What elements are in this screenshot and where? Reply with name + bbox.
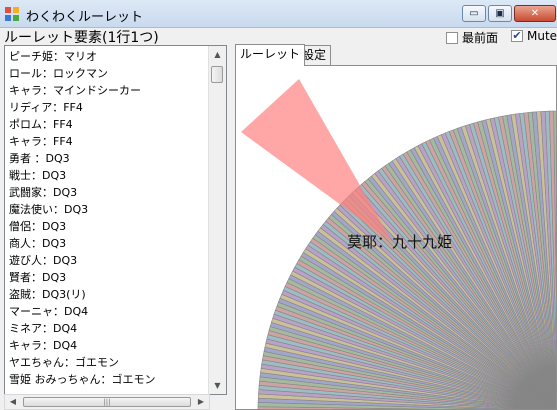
list-item[interactable]: キャラ：DQ4: [7, 337, 212, 354]
roulette-items-list[interactable]: ピーチ姫：マリオ ロール：ロックマン キャラ：マインドシーカー リディア：FF4 ポロム…: [4, 45, 227, 395]
list-item[interactable]: ヤエちゃん：ゴエモン: [7, 354, 212, 371]
scroll-right-arrow-icon[interactable]: ▶: [193, 395, 209, 409]
list-item[interactable]: 戦士：DQ3: [7, 167, 212, 184]
mute-checkbox[interactable]: ✔ Mute: [511, 29, 557, 43]
tab-roulette[interactable]: ルーレット: [235, 44, 306, 66]
topmost-checkbox[interactable]: 最前面: [446, 29, 498, 46]
list-item[interactable]: キャラ：FF4: [7, 133, 212, 150]
topmost-label: 最前面: [462, 31, 499, 45]
list-item[interactable]: 勇者 ：DQ3: [7, 150, 212, 167]
list-item[interactable]: 武闘家：DQ3: [7, 184, 212, 201]
list-item[interactable]: 僧侶：DQ3: [7, 218, 212, 235]
list-item[interactable]: 商人：DQ3: [7, 235, 212, 252]
roulette-canvas[interactable]: 莫耶：九十九姫: [241, 71, 556, 409]
list-horizontal-scrollbar[interactable]: ◀ ||| ▶: [4, 394, 210, 410]
title-bar: わくわくルーレット ▭ ▣ ✕: [0, 0, 557, 28]
scroll-thumb[interactable]: [211, 66, 223, 83]
app-icon: [5, 7, 19, 21]
list-item[interactable]: ポロム：FF4: [7, 116, 212, 133]
scroll-down-arrow-icon[interactable]: ▼: [209, 377, 226, 394]
scroll-up-arrow-icon[interactable]: ▲: [209, 46, 226, 63]
roulette-pointer: [241, 79, 393, 243]
list-items: ピーチ姫：マリオ ロール：ロックマン キャラ：マインドシーカー リディア：FF4 ポロム…: [7, 48, 212, 388]
list-item[interactable]: 賢者：DQ3: [7, 269, 212, 286]
close-button[interactable]: ✕: [514, 5, 556, 22]
list-item[interactable]: 魔法使い：DQ3: [7, 201, 212, 218]
list-item[interactable]: 盗賊：DQ3(リ): [7, 286, 212, 303]
mute-check-icon[interactable]: ✔: [511, 30, 523, 42]
roulette-result-text: 莫耶：九十九姫: [347, 233, 453, 251]
minimize-button[interactable]: ▭: [462, 5, 486, 22]
list-item[interactable]: ピーチ姫：マリオ: [7, 48, 212, 65]
maximize-button[interactable]: ▣: [488, 5, 512, 22]
window-title: わくわくルーレット: [26, 10, 144, 25]
list-vertical-scrollbar[interactable]: ▲ ▼: [208, 46, 226, 394]
list-item[interactable]: ロール：ロックマン: [7, 65, 212, 82]
list-item[interactable]: リディア：FF4: [7, 99, 212, 116]
scroll-left-arrow-icon[interactable]: ◀: [5, 395, 21, 409]
roulette-panel: 莫耶：九十九姫: [235, 65, 557, 410]
list-item[interactable]: 雪姫 おみっちゃん：ゴエモン: [7, 371, 212, 388]
list-item[interactable]: キャラ：マインドシーカー: [7, 82, 212, 99]
list-header-label: ルーレット要素(1行1つ): [4, 30, 159, 46]
horizontal-scroll-thumb[interactable]: |||: [23, 397, 191, 407]
list-item[interactable]: マーニャ：DQ4: [7, 303, 212, 320]
list-item[interactable]: ミネア：DQ4: [7, 320, 212, 337]
topmost-checkbox-box[interactable]: [446, 31, 458, 44]
list-item[interactable]: 遊び人：DQ3: [7, 252, 212, 269]
mute-label: Mute: [527, 29, 557, 43]
